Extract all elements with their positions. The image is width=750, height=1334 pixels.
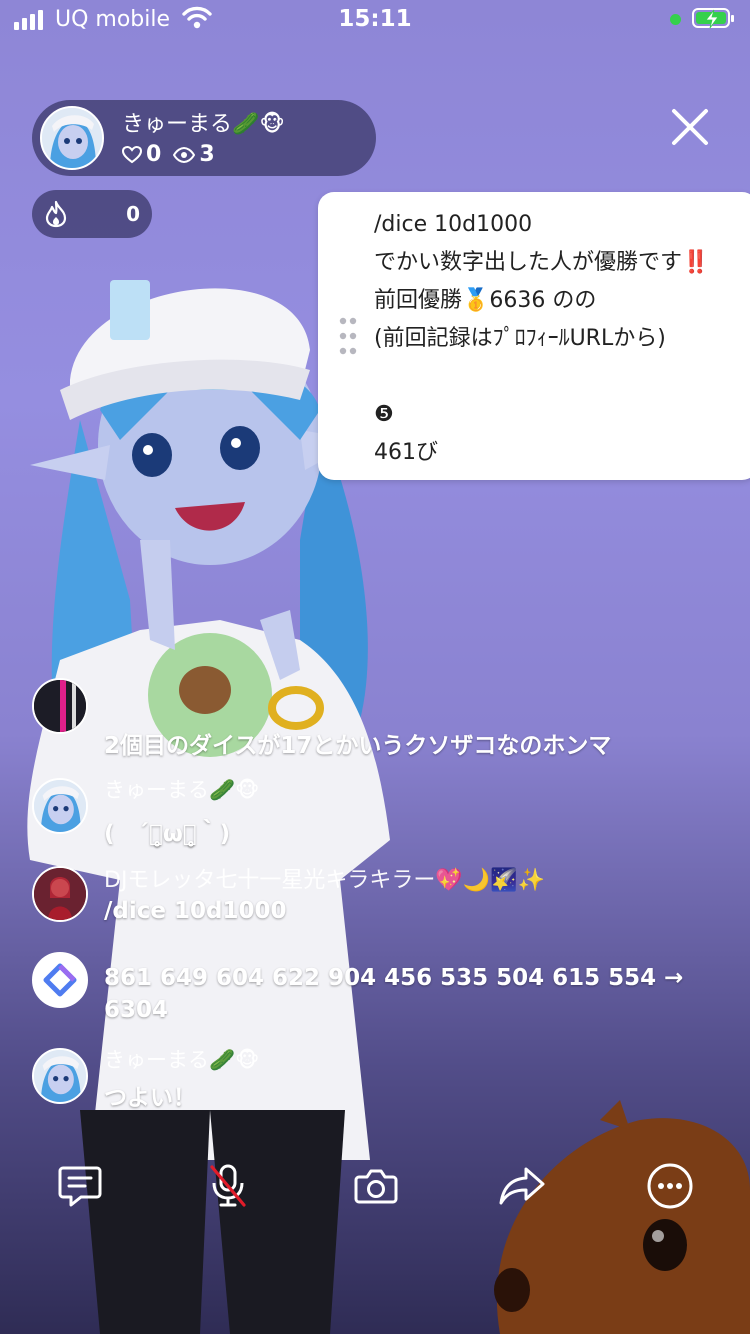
more-icon xyxy=(647,1163,693,1209)
viewer-count: 3 xyxy=(199,142,215,167)
chat-text: ( ´･̥̥ω･̥̥｀) xyxy=(104,821,231,847)
chat-avatar[interactable] xyxy=(32,678,88,734)
note-line-5 xyxy=(374,358,709,396)
status-bar: UQ mobile 15:11 xyxy=(0,0,750,40)
comment-icon xyxy=(58,1166,102,1207)
dice-bot-avatar[interactable] xyxy=(32,952,88,1008)
chat-avatar[interactable] xyxy=(32,778,88,834)
chat-text: /dice 10d1000 xyxy=(104,898,287,924)
chat-text: つよい！ xyxy=(104,1085,196,1111)
heart-icon xyxy=(122,145,142,163)
camera-icon xyxy=(354,1169,398,1204)
battery-icon xyxy=(692,8,734,29)
note-line-1: /dice 10d1000 xyxy=(374,212,533,237)
mic-toggle-button[interactable] xyxy=(202,1160,254,1212)
note-line-6: ❺ xyxy=(374,402,394,427)
bottom-toolbar xyxy=(0,1160,750,1220)
flame-icon xyxy=(45,200,67,228)
privacy-dot xyxy=(670,14,681,25)
camera-button[interactable] xyxy=(350,1160,402,1212)
chat-avatar[interactable] xyxy=(32,866,88,922)
chat-username: きゅーまる🥒🐵 xyxy=(104,778,260,802)
host-avatar[interactable] xyxy=(40,106,104,170)
chat-text: 2個目のダイスが17とかいうクソザコなのホンマ xyxy=(104,733,612,759)
note-line-4: (前回記録はﾌﾟﾛﾌｨｰﾙURLから) xyxy=(374,326,666,351)
comment-button[interactable] xyxy=(54,1160,106,1212)
host-info-pill[interactable]: きゅーまる🥒🐵 0 3 xyxy=(32,100,376,176)
share-button[interactable] xyxy=(496,1160,548,1212)
host-name: きゅーまる🥒🐵 xyxy=(122,112,285,137)
more-button[interactable] xyxy=(644,1160,696,1212)
eye-icon xyxy=(173,146,196,163)
close-icon[interactable] xyxy=(668,105,712,149)
chat-username: DJモレッタ七十一星光キラキラー💖🌙🌠✨ xyxy=(104,868,546,893)
note-line-3: 前回優勝🥇6636 のの xyxy=(374,288,597,313)
chat-username: きゅーまる🥒🐵 xyxy=(104,1048,260,1072)
share-icon xyxy=(499,1167,545,1205)
flame-badge[interactable]: 0 xyxy=(32,190,152,238)
flame-count: 0 xyxy=(126,202,140,226)
host-stats: 0 3 xyxy=(122,142,215,167)
like-count: 0 xyxy=(146,142,162,167)
chat-avatar[interactable] xyxy=(32,1048,88,1104)
mic-muted-icon xyxy=(210,1164,246,1207)
chat-text: 861 649 604 622 904 456 535 504 615 554 … xyxy=(104,965,684,1023)
note-line-7: 461び xyxy=(374,440,438,465)
drag-handle-icon[interactable] xyxy=(338,316,358,356)
note-line-2: でかい数字出した人が優勝です‼️ xyxy=(374,250,710,275)
pinned-comment[interactable]: /dice 10d1000 でかい数字出した人が優勝です‼️ 前回優勝🥇6636… xyxy=(318,192,750,480)
clock: 15:11 xyxy=(338,6,412,32)
